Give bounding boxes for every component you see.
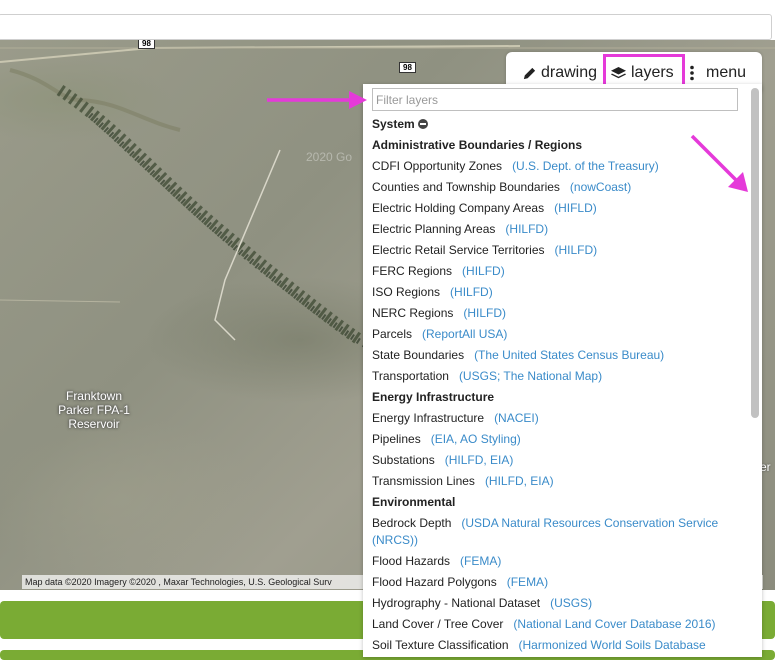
layer-source-link[interactable]: (HILFD) xyxy=(505,222,548,236)
layer-source-link[interactable]: (ReportAll USA) xyxy=(422,327,507,341)
map-attribution: Map data ©2020 Imagery ©2020 , Maxar Tec… xyxy=(22,575,368,589)
layer-name: Hydrography - National Dataset xyxy=(372,596,541,610)
layer-item[interactable]: Land Cover / Tree Cover (National Land Co… xyxy=(372,614,744,635)
layer-item[interactable]: Transmission Lines (HILFD, EIA) xyxy=(372,471,744,492)
layer-item[interactable]: FERC Regions (HILFD) xyxy=(372,261,744,282)
layers-scrollbar[interactable] xyxy=(751,88,759,418)
layer-item[interactable]: Parcels (ReportAll USA) xyxy=(372,324,744,345)
vertical-dots-icon xyxy=(690,65,694,81)
layer-name: Pipelines xyxy=(372,432,421,446)
annotation-arrow-diagonal-icon xyxy=(690,134,748,192)
layer-source-link[interactable]: (EIA, AO Styling) xyxy=(431,432,521,446)
layer-item[interactable]: Transportation (USGS; The National Map) xyxy=(372,366,744,387)
drawing-label: drawing xyxy=(541,64,598,81)
layer-source-link[interactable]: (HILFD) xyxy=(555,243,598,257)
layers-highlight-box xyxy=(603,54,685,88)
layer-item[interactable]: Pipelines (EIA, AO Styling) xyxy=(372,429,744,450)
collapse-minus-icon[interactable] xyxy=(417,119,428,129)
layer-item[interactable]: NERC Regions (HILFD) xyxy=(372,303,744,324)
layer-name: Counties and Township Boundaries xyxy=(372,180,560,194)
layer-name: Parcels xyxy=(372,327,413,341)
road-shield: 98 xyxy=(399,62,416,73)
layer-source-link[interactable]: (USGS) xyxy=(550,596,592,610)
layer-group-header: Energy Infrastructure xyxy=(372,390,495,404)
layer-name: Electric Planning Areas xyxy=(372,222,496,236)
reservoir-label: Franktown Parker FPA-1 Reservoir xyxy=(58,389,130,431)
layer-name: NERC Regions xyxy=(372,306,454,320)
layer-name: Transportation xyxy=(372,369,449,383)
layer-name: Bedrock Depth xyxy=(372,516,452,530)
layer-item[interactable]: Flood Hazard Polygons (FEMA) xyxy=(372,572,744,593)
layer-item[interactable]: Electric Planning Areas (HILFD) xyxy=(372,219,744,240)
layer-source-link[interactable]: (FEMA) xyxy=(460,554,501,568)
layer-name: Electric Retail Service Territories xyxy=(372,243,545,257)
layer-source-link[interactable]: (HILFD) xyxy=(462,264,505,278)
layer-item[interactable]: Hydrography - National Dataset (USGS) xyxy=(372,593,744,614)
layer-source-link[interactable]: (HILFD, EIA) xyxy=(445,453,514,467)
layer-name: FERC Regions xyxy=(372,264,453,278)
system-label: System xyxy=(372,117,415,131)
layer-source-link[interactable]: (HILFD) xyxy=(463,306,506,320)
map-watermark: 2020 Go xyxy=(306,150,353,164)
top-input-field[interactable] xyxy=(0,14,772,40)
layer-item[interactable]: Electric Retail Service Territories (HILF… xyxy=(372,240,744,261)
layer-name: Soil Texture Classification xyxy=(372,638,509,652)
layer-source-link[interactable]: (U.S. Dept. of the Treasury) xyxy=(512,159,659,173)
drawing-button[interactable]: drawing xyxy=(522,62,597,84)
layer-source-link[interactable]: (USGS; The National Map) xyxy=(459,369,602,383)
layer-source-link[interactable]: (HIFLD) xyxy=(554,201,597,215)
annotation-arrow-right-icon xyxy=(267,91,367,109)
layer-name: ISO Regions xyxy=(372,285,441,299)
layer-item[interactable]: State Boundaries (The United States Censu… xyxy=(372,345,744,366)
layer-group-header: Environmental xyxy=(372,495,456,509)
layer-name: Transmission Lines xyxy=(372,474,475,488)
road-shield: 98 xyxy=(138,40,155,49)
layer-name: CDFI Opportunity Zones xyxy=(372,159,503,173)
layer-source-link[interactable]: (FEMA) xyxy=(507,575,548,589)
layer-item[interactable]: Electric Holding Company Areas (HIFLD) xyxy=(372,198,744,219)
layer-item[interactable]: Flood Hazards (FEMA) xyxy=(372,551,744,572)
layer-name: Land Cover / Tree Cover xyxy=(372,617,504,631)
layer-item[interactable]: Substations (HILFD, EIA) xyxy=(372,450,744,471)
layer-source-link[interactable]: (nowCoast) xyxy=(570,180,631,194)
layer-name: State Boundaries xyxy=(372,348,465,362)
layer-name: Flood Hazards xyxy=(372,554,451,568)
layer-source-link[interactable]: (HILFD, EIA) xyxy=(485,474,554,488)
layer-source-link[interactable]: (NACEI) xyxy=(494,411,539,425)
layer-item[interactable]: Bedrock Depth (USDA Natural Resources Con… xyxy=(372,513,744,551)
top-bar xyxy=(0,0,775,40)
layer-source-link[interactable]: (National Land Cover Database 2016) xyxy=(513,617,715,631)
pencil-icon xyxy=(523,67,536,79)
layer-name: Electric Holding Company Areas xyxy=(372,201,545,215)
filter-layers-input[interactable] xyxy=(372,88,738,111)
layer-item[interactable]: Soil Texture Classification (Harmonized W… xyxy=(372,635,744,657)
menu-label: menu xyxy=(706,64,747,81)
layer-name: Substations xyxy=(372,453,435,467)
layer-name: Energy Infrastructure xyxy=(372,411,485,425)
layer-item[interactable]: ISO Regions (HILFD) xyxy=(372,282,744,303)
layer-source-link[interactable]: (HILFD) xyxy=(450,285,493,299)
layer-item[interactable]: Energy Infrastructure (NACEI) xyxy=(372,408,744,429)
layer-name: Flood Hazard Polygons xyxy=(372,575,497,589)
menu-button[interactable]: menu xyxy=(688,62,746,84)
layer-source-link[interactable]: (The United States Census Bureau) xyxy=(474,348,664,362)
